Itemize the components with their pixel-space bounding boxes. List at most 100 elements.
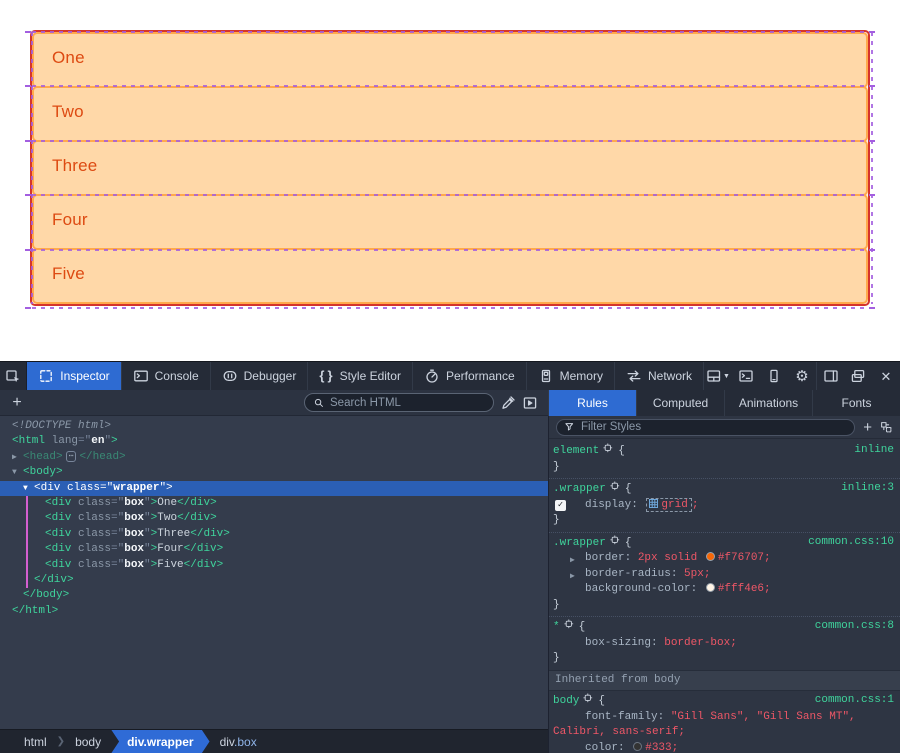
markup-line[interactable]: <!DOCTYPE html> (0, 419, 548, 434)
responsive-phone-icon[interactable] (760, 362, 788, 390)
devtools-subtoolbar: + RulesComputedAnimationsFonts (0, 390, 900, 416)
sidebar-tab-computed[interactable]: Computed (636, 390, 724, 416)
markup-line[interactable]: </body> (0, 588, 548, 603)
grid-highlighter-toggle[interactable]: grid (646, 498, 691, 512)
tab-network[interactable]: Network (615, 362, 704, 390)
color-swatch[interactable] (706, 552, 715, 561)
selector-target-icon[interactable] (583, 693, 594, 704)
breadcrumbs: html❯bodydiv.wrapperdiv.box (0, 729, 548, 753)
markup-line[interactable]: <div class="box">Four</div> (0, 542, 548, 557)
grid-line-extension (25, 31, 31, 33)
markup-line[interactable]: ▼<body> (0, 465, 548, 480)
markup-token: box (124, 543, 144, 555)
devtools: InspectorConsoleDebugger{ }Style EditorP… (0, 361, 900, 753)
add-node-button[interactable]: + (6, 394, 28, 412)
markup-line[interactable]: </html> (0, 604, 548, 619)
breadcrumb-body[interactable]: body (65, 730, 111, 753)
markup-token: =" (78, 435, 91, 447)
markup-token: Three (157, 528, 190, 540)
sidebar-tab-fonts[interactable]: Fonts (812, 390, 900, 416)
element-picker-button[interactable] (0, 362, 27, 390)
stylesheet-link[interactable]: inline:3 (841, 481, 894, 497)
pseudo-class-panel-icon[interactable] (880, 421, 893, 434)
grid-box-two: Two (32, 86, 868, 142)
collapsed-content-icon: ⋯ (66, 451, 77, 462)
css-declaration[interactable]: ▶border-radius: 5px; (549, 567, 900, 583)
markup-token: class (71, 512, 111, 524)
breadcrumb-div.wrapper[interactable]: div.wrapper (111, 730, 209, 753)
css-declaration[interactable]: box-sizing: border-box; (549, 636, 900, 652)
stylesheet-link[interactable]: common.css:8 (815, 619, 894, 635)
property-name: background-color: (585, 583, 704, 595)
add-rule-button[interactable]: + (863, 419, 872, 436)
brace: } (553, 461, 560, 473)
tab-debugger[interactable]: Debugger (211, 362, 309, 390)
brace: { (618, 445, 625, 457)
selector-target-icon[interactable] (610, 481, 621, 492)
dock-options-icon[interactable]: ▼ (704, 362, 732, 390)
tab-performance[interactable]: Performance (413, 362, 527, 390)
selector-target-icon[interactable] (564, 619, 575, 630)
markup-line[interactable]: <div class="box">One</div> (0, 496, 548, 511)
search-html-box[interactable] (304, 393, 494, 412)
stylesheet-link[interactable]: common.css:1 (815, 693, 894, 709)
brace: } (553, 514, 560, 526)
tab-inspector[interactable]: Inspector (27, 362, 121, 390)
selector-target-icon[interactable] (603, 443, 614, 454)
breadcrumb-div.box[interactable]: div.box (210, 730, 267, 753)
css-declaration[interactable]: color: #333; (549, 741, 900, 753)
markup-token: class (71, 543, 111, 555)
breadcrumb-html[interactable]: html (14, 730, 57, 753)
css-declaration[interactable]: background-color: #fff4e6; (549, 582, 900, 598)
expand-arrow-icon[interactable]: ▶ (12, 450, 17, 465)
markup-line[interactable]: <div class="box">Two</div> (0, 511, 548, 526)
close-icon[interactable]: ✕ (872, 362, 900, 390)
property-value: #333; (645, 742, 678, 753)
grid-box-four: Four (32, 194, 868, 250)
split-console-icon[interactable] (732, 362, 760, 390)
markup-view[interactable]: <!DOCTYPE html><html lang="en">▶<head>⋯<… (0, 416, 548, 729)
eyedropper-icon[interactable] (500, 395, 516, 411)
tab-console[interactable]: Console (122, 362, 211, 390)
stylesheet-link[interactable]: inline (854, 443, 894, 459)
property-value: grid (661, 499, 687, 511)
css-declaration[interactable]: ▶border: 2px solid #f76707; (549, 551, 900, 567)
css-declaration[interactable]: ✓display: grid; (549, 498, 900, 514)
markup-line[interactable]: <div class="box">Five</div> (0, 558, 548, 573)
search-input[interactable] (330, 397, 485, 409)
sidebar-tab-rules[interactable]: Rules (548, 390, 636, 416)
markup-line[interactable]: <html lang="en"> (0, 434, 548, 449)
markup-line[interactable]: </div> (0, 573, 548, 588)
css-declaration[interactable]: font-family: "Gill Sans", "Gill Sans MT"… (549, 710, 900, 741)
declaration-checkbox[interactable]: ✓ (555, 500, 566, 511)
brace: } (553, 599, 560, 611)
stylesheet-link[interactable]: common.css:10 (808, 535, 894, 551)
property-value: #f76707; (718, 552, 771, 564)
rule-selector: element (553, 445, 599, 457)
grid-boxes: OneTwoThreeFourFive (32, 32, 868, 304)
rendered-page-preview: OneTwoThreeFourFive (0, 0, 900, 361)
markup-line[interactable]: <div class="box">Three</div> (0, 527, 548, 542)
markup-line[interactable]: ▶<head>⋯</head> (0, 450, 548, 465)
css-rule: inline:3.wrapper{✓display: grid;} (549, 478, 900, 532)
breadcrumb-tag: html (24, 735, 47, 749)
sidebar-tab-animations[interactable]: Animations (724, 390, 812, 416)
markup-line-selected[interactable]: ▼<div class="wrapper"> (0, 481, 548, 496)
grid-line-extension (869, 194, 875, 196)
tab-memory[interactable]: Memory (527, 362, 615, 390)
collapse-arrow-icon[interactable]: ▼ (23, 481, 28, 496)
dock-side-icon[interactable] (816, 362, 844, 390)
markup-token: =" (111, 512, 124, 524)
run-snippet-icon[interactable] (522, 395, 538, 411)
collapse-arrow-icon[interactable]: ▼ (12, 465, 17, 480)
selector-target-icon[interactable] (610, 535, 621, 546)
filter-styles-box[interactable] (556, 419, 855, 436)
color-swatch[interactable] (706, 583, 715, 592)
tab-style-editor[interactable]: { }Style Editor (308, 362, 413, 390)
color-swatch[interactable] (633, 742, 642, 751)
brace: } (553, 652, 560, 664)
filter-styles-input[interactable] (581, 421, 847, 433)
separate-window-icon[interactable] (844, 362, 872, 390)
settings-gear-icon[interactable]: ⚙ (788, 362, 816, 390)
brace: { (625, 537, 632, 549)
